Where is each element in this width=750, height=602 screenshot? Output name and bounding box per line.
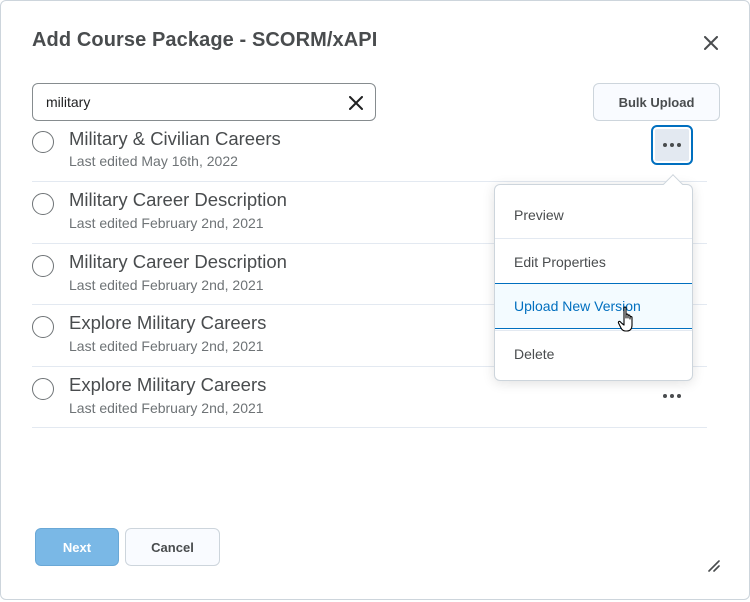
add-course-package-dialog: Add Course Package - SCORM/xAPI Bulk Upl… [0,0,750,600]
resize-icon[interactable] [706,558,720,572]
more-actions-button[interactable] [651,125,693,165]
more-icon [663,143,681,147]
item-title: Military Career Description [69,189,287,210]
item-last-edited: Last edited February 2nd, 2021 [69,276,264,293]
close-icon [704,36,718,50]
select-radio[interactable] [32,377,54,400]
item-title: Military Career Description [69,250,287,272]
list-item: Military & Civilian Careers Last edited … [32,121,707,182]
select-radio[interactable] [32,193,54,215]
item-last-edited: Last edited February 2nd, 2021 [69,338,264,354]
bulk-upload-button[interactable]: Bulk Upload [593,83,720,121]
item-last-edited: Last edited February 2nd, 2021 [69,399,264,416]
search-input[interactable] [33,84,343,120]
clear-icon [349,96,363,110]
more-actions-button[interactable] [651,376,693,416]
more-icon [663,393,681,398]
menu-item-delete[interactable]: Delete [495,330,692,376]
menu-item-upload-new-version[interactable]: Upload New Version [495,283,692,329]
dialog-title: Add Course Package - SCORM/xAPI [32,29,378,51]
item-title: Explore Military Careers [69,312,267,333]
select-radio[interactable] [32,131,54,153]
cancel-button[interactable]: Cancel [125,528,220,566]
item-last-edited: Last edited May 16th, 2022 [69,153,238,169]
actions-dropdown-menu: Preview Edit Properties Upload New Versi… [494,184,693,381]
select-radio[interactable] [32,254,54,277]
item-title: Explore Military Careers [69,373,267,395]
item-last-edited: Last edited February 2nd, 2021 [69,215,264,231]
close-button[interactable] [699,31,723,55]
search-clear-button[interactable] [347,94,365,112]
next-button[interactable]: Next [35,528,119,566]
menu-item-preview[interactable]: Preview [495,192,692,238]
search-box [32,83,376,121]
item-title: Military & Civilian Careers [69,128,281,149]
select-radio[interactable] [32,316,54,338]
menu-item-edit-properties[interactable]: Edit Properties [495,238,692,284]
hand-cursor-icon [617,306,633,332]
